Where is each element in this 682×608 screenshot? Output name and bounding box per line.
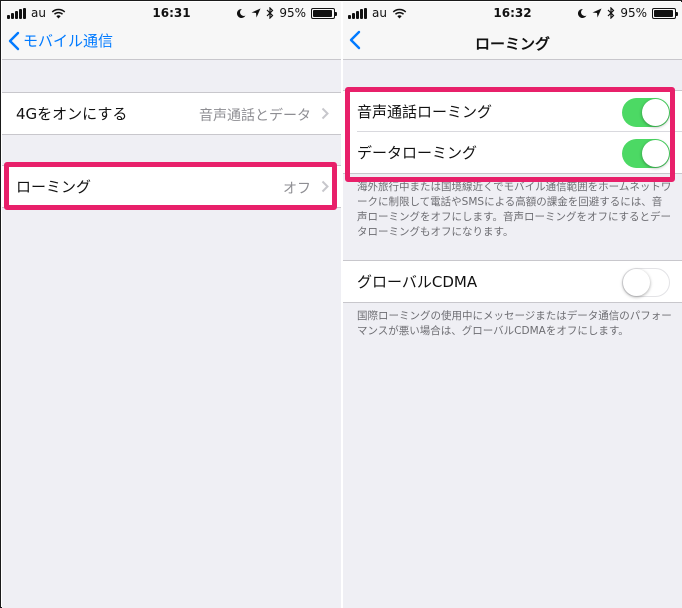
voice-roaming-switch[interactable] — [622, 98, 670, 127]
row-label: データローミング — [357, 144, 478, 162]
bluetooth-icon — [266, 7, 274, 19]
moon-icon — [237, 8, 246, 18]
location-arrow-icon — [592, 8, 602, 18]
page-title: ローミング — [474, 35, 550, 53]
enable-4g-row[interactable]: 4Gをオンにする 音声通話とデータ — [2, 93, 341, 134]
roaming-footnote: 海外旅行中または国境線近くでモバイル通信範囲をホームネットワークに制限して電話や… — [357, 181, 672, 238]
cdma-group: グローバルCDMA — [343, 260, 682, 303]
screenshot-frame: au 16:31 95% モバイル通信 4Gをオンにする 音声通話とデータ ロー… — [0, 0, 682, 608]
back-button[interactable]: モバイル通信 — [8, 30, 113, 51]
cdma-footnote: 国際ローミングの使用中にメッセージまたはデータ通信のパフォーマンスが悪い場合は、… — [357, 310, 672, 337]
row-label: グローバルCDMA — [357, 273, 478, 291]
status-bar: au 16:31 95% — [2, 2, 341, 24]
global-cdma-row: グローバルCDMA — [343, 261, 682, 302]
battery-percent: 95% — [279, 6, 306, 20]
data-roaming-row: データローミング — [343, 131, 682, 173]
back-chevron-icon — [8, 31, 20, 50]
global-cdma-switch[interactable] — [622, 268, 670, 297]
row-label: 4Gをオンにする — [16, 105, 128, 123]
roaming-settings-screen: au 16:32 95% ローミング 音声通話ローミング データローミング 海外… — [343, 2, 682, 608]
battery-icon — [311, 7, 337, 19]
navigation-bar: モバイル通信 — [2, 24, 341, 60]
battery-icon — [652, 7, 678, 19]
moon-icon — [578, 8, 587, 18]
disclosure-chevron-icon — [321, 180, 329, 193]
cellular-settings-screen: au 16:31 95% モバイル通信 4Gをオンにする 音声通話とデータ ロー… — [2, 2, 341, 608]
roaming-toggles-group: 音声通話ローミング データローミング — [343, 90, 682, 174]
row-value: 音声通話とデータ — [199, 108, 311, 124]
battery-percent: 95% — [620, 6, 647, 20]
disclosure-chevron-icon — [321, 107, 329, 120]
status-bar: au 16:32 95% — [343, 2, 682, 24]
row-label: 音声通話ローミング — [357, 103, 493, 121]
back-label: モバイル通信 — [23, 32, 114, 50]
roaming-row[interactable]: ローミング オフ — [2, 166, 341, 207]
row-value: オフ — [283, 181, 311, 197]
location-arrow-icon — [251, 8, 261, 18]
4g-group: 4Gをオンにする 音声通話とデータ — [2, 92, 341, 135]
navigation-bar: ローミング — [343, 24, 682, 60]
row-label: ローミング — [16, 178, 92, 196]
bluetooth-icon — [607, 7, 615, 19]
roaming-group: ローミング オフ — [2, 165, 341, 208]
voice-roaming-row: 音声通話ローミング — [343, 91, 682, 132]
data-roaming-switch[interactable] — [622, 139, 670, 168]
